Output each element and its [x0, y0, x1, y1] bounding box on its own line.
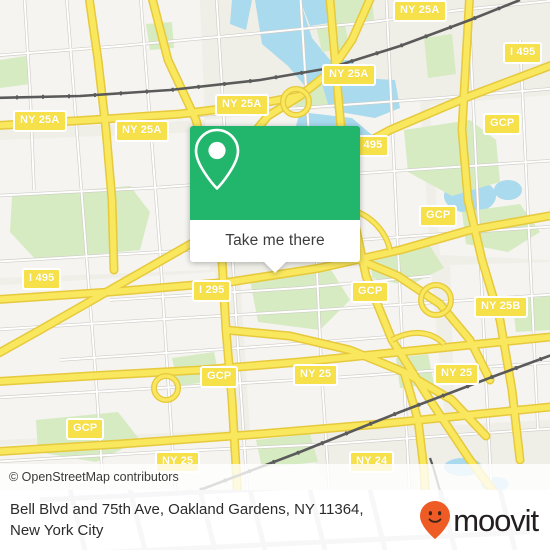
- road-shield: NY 25A: [13, 110, 67, 132]
- road-shield: NY 25A: [115, 120, 169, 142]
- location-address: Bell Blvd and 75th Ave, Oakland Gardens,…: [10, 499, 364, 541]
- road-shield: NY 25: [293, 364, 339, 386]
- road-shield: GCP: [483, 113, 522, 135]
- address-line-2: New York City: [10, 522, 104, 539]
- moovit-wordmark: moovit: [453, 502, 539, 538]
- popup-footer[interactable]: Take me there: [190, 220, 360, 262]
- road-shield: NY 25A: [215, 94, 269, 116]
- bottom-info-bar: Bell Blvd and 75th Ave, Oakland Gardens,…: [0, 490, 550, 550]
- map-canvas[interactable]: NY 25A I 495 NY 25A NY 25A NY 25A NY 25A GCP I …: [0, 0, 550, 490]
- road-shield: NY 25: [434, 363, 480, 385]
- popup-pointer-triangle: [264, 262, 286, 273]
- map-page: NY 25A I 495 NY 25A NY 25A NY 25A NY 25A GCP I …: [0, 0, 550, 550]
- road-shield: GCP: [200, 366, 239, 388]
- map-attribution: © OpenStreetMap contributors: [0, 464, 550, 490]
- map-pin-icon: [194, 128, 240, 190]
- road-shield: GCP: [351, 281, 390, 303]
- road-shield: NY 25A: [393, 0, 447, 22]
- take-me-there-button[interactable]: Take me there: [225, 232, 325, 250]
- moovit-smiley-pin-icon: [420, 501, 451, 539]
- location-popup-card[interactable]: Take me there: [190, 126, 360, 273]
- road-shield: GCP: [66, 418, 105, 440]
- bottom-bar-content: Bell Blvd and 75th Ave, Oakland Gardens,…: [0, 490, 550, 550]
- popup-header: [190, 126, 360, 220]
- road-shield: NY 25A: [322, 64, 376, 86]
- road-shield: I 295: [192, 280, 232, 302]
- road-shield: I 495: [503, 42, 543, 64]
- road-shield: GCP: [419, 205, 458, 227]
- moovit-logo[interactable]: moovit: [419, 500, 542, 540]
- road-shield: NY 25B: [474, 296, 528, 318]
- address-line-1: Bell Blvd and 75th Ave, Oakland Gardens,…: [10, 501, 364, 518]
- attribution-text: © OpenStreetMap contributors: [9, 470, 179, 484]
- road-shield: I 495: [22, 268, 62, 290]
